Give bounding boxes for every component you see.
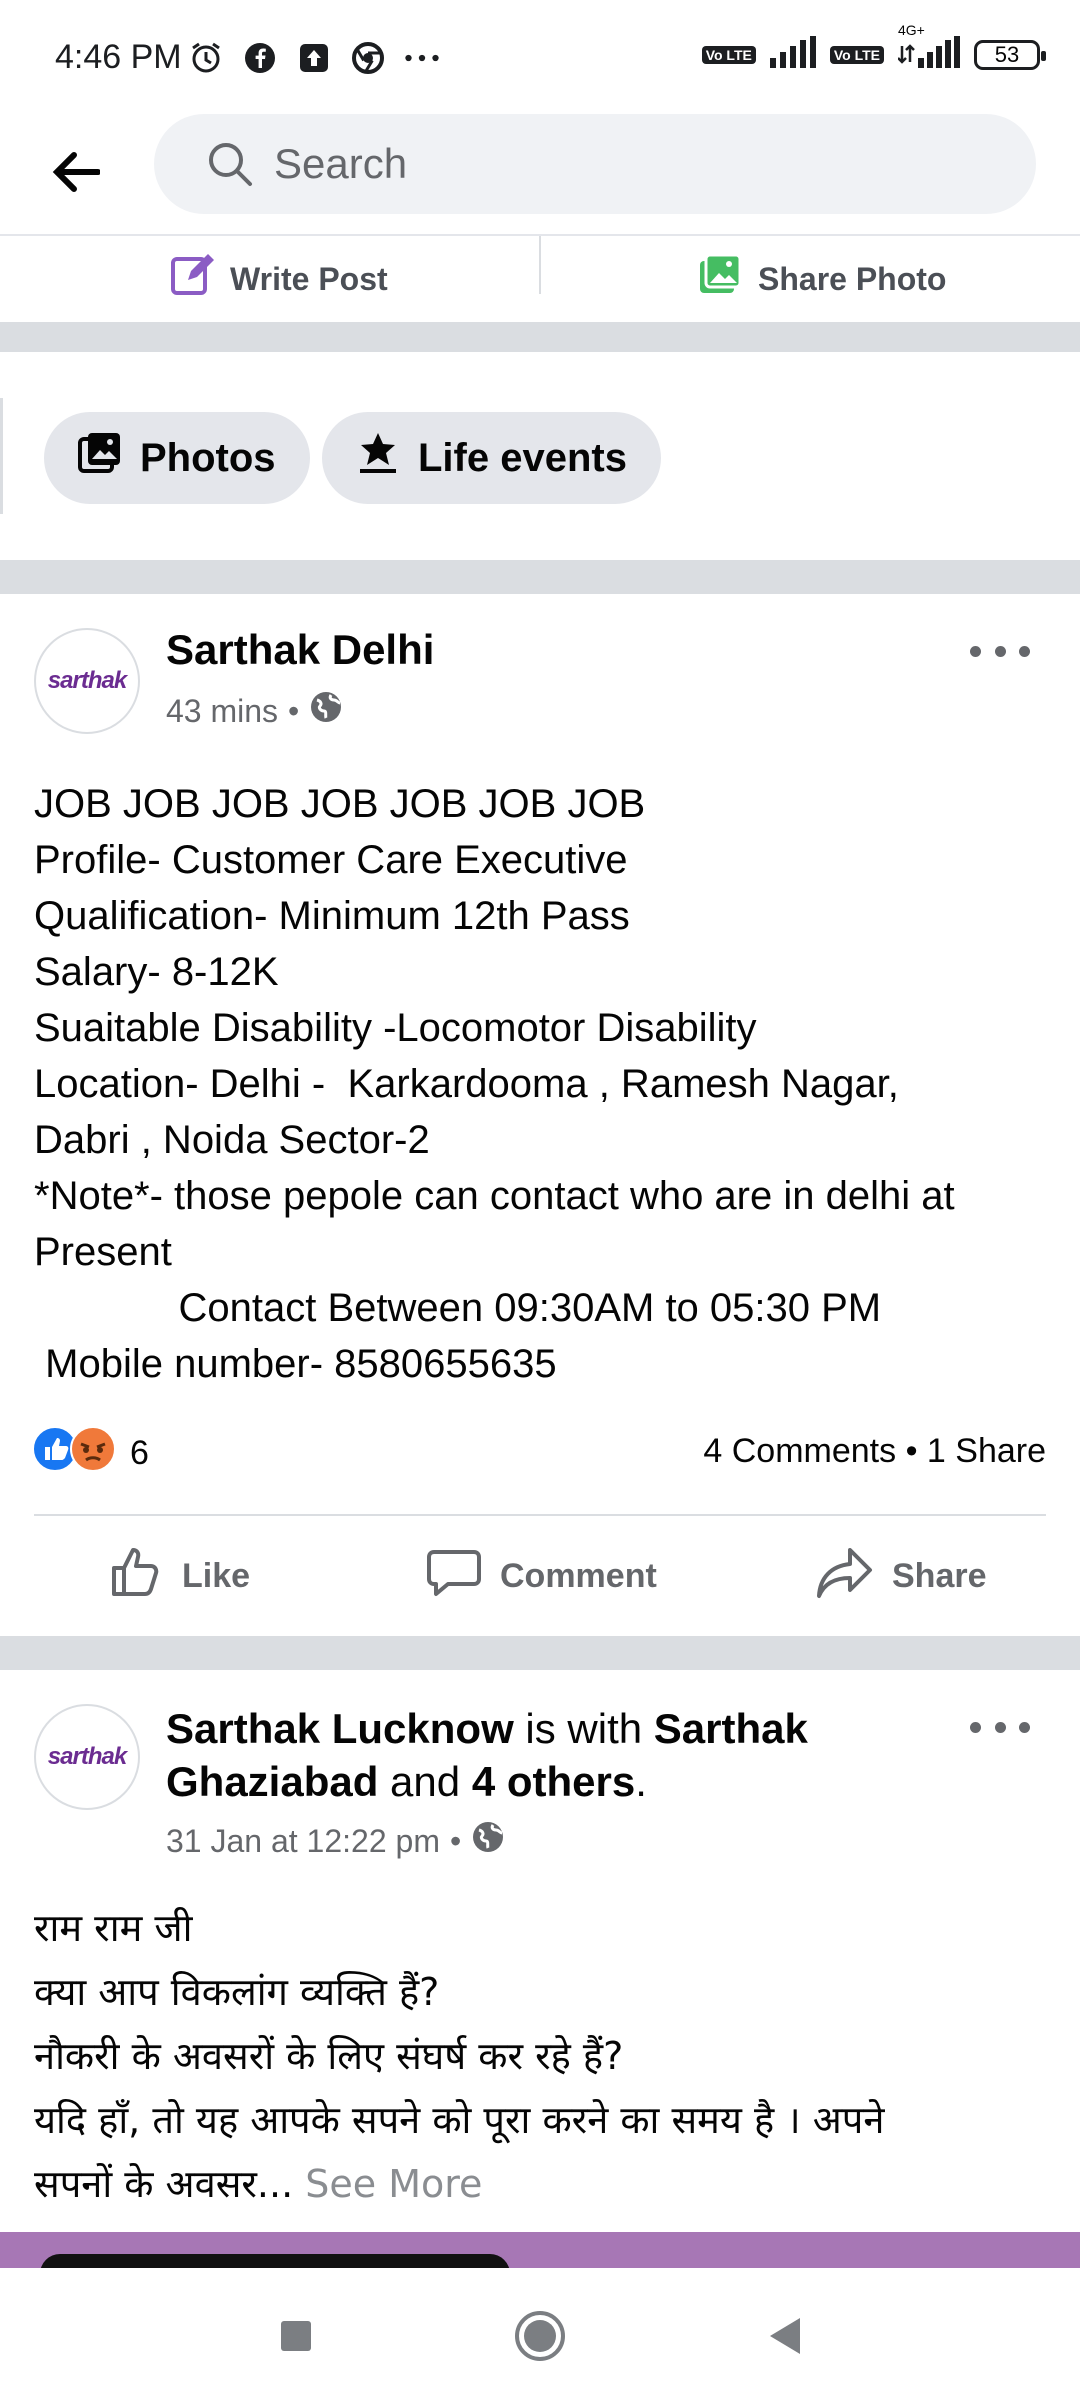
network-type: 4G+ bbox=[898, 22, 925, 38]
signal-bars-icon bbox=[769, 36, 816, 73]
post-meta: 43 mins • bbox=[166, 690, 343, 732]
photos-icon bbox=[78, 431, 122, 485]
share-photo-label: Share Photo bbox=[758, 260, 947, 297]
like-label: Like bbox=[182, 1556, 251, 1595]
post-meta: 31 Jan at 12:22 pm • bbox=[166, 1820, 505, 1862]
post-timestamp[interactable]: 31 Jan at 12:22 pm bbox=[166, 1823, 440, 1860]
home-icon[interactable] bbox=[512, 2308, 568, 2364]
like-button[interactable]: Like bbox=[108, 1536, 250, 1616]
see-more-link[interactable]: See More bbox=[293, 2162, 482, 2206]
search-header: Search bbox=[0, 110, 1080, 236]
search-icon bbox=[206, 140, 254, 193]
signal-bars-4g-icon: 4G+ bbox=[897, 22, 960, 73]
write-post-label: Write Post bbox=[230, 260, 388, 297]
media-shape bbox=[40, 2254, 510, 2268]
life-events-chip-label: Life events bbox=[418, 435, 627, 480]
star-flag-icon bbox=[356, 431, 400, 485]
photo-icon bbox=[698, 253, 742, 305]
composer-divider bbox=[539, 236, 541, 294]
photos-chip-label: Photos bbox=[140, 435, 276, 480]
facebook-icon bbox=[242, 40, 278, 76]
back-arrow-icon[interactable] bbox=[44, 140, 108, 204]
avatar[interactable]: sarthak bbox=[34, 1704, 140, 1810]
comments-shares-count[interactable]: 4 Comments • 1 Share bbox=[703, 1432, 1046, 1471]
period-text: . bbox=[635, 1758, 647, 1805]
recents-icon[interactable] bbox=[268, 2308, 324, 2364]
search-placeholder: Search bbox=[274, 140, 408, 187]
system-nav-bar bbox=[0, 2268, 1080, 2400]
status-system-icons: Vo LTE Vo LTE 4G+ 53 bbox=[701, 22, 1046, 73]
post-options-icon[interactable] bbox=[970, 1712, 1030, 1742]
post-author[interactable]: Sarthak Lucknow bbox=[166, 1705, 514, 1752]
tagged-others[interactable]: 4 others bbox=[472, 1758, 635, 1805]
battery-level: 53 bbox=[994, 41, 1020, 67]
status-bar: 4:46 PM Vo LTE Vo LTE 4G+ 53 bbox=[0, 0, 1080, 110]
section-separator bbox=[0, 560, 1080, 594]
share-button[interactable]: Share bbox=[816, 1536, 987, 1616]
meta-separator: • bbox=[288, 692, 300, 729]
and-text: and bbox=[378, 1758, 472, 1805]
section-separator bbox=[0, 1636, 1080, 1670]
edit-icon bbox=[170, 253, 214, 305]
globe-icon bbox=[471, 1820, 505, 1862]
status-time: 4:46 PM bbox=[55, 38, 182, 76]
search-input[interactable]: Search bbox=[154, 114, 1036, 214]
comment-button[interactable]: Comment bbox=[426, 1536, 657, 1616]
post-header-text: Sarthak Lucknow is with Sarthak Ghaziaba… bbox=[166, 1702, 966, 1808]
more-dots-icon bbox=[404, 40, 440, 76]
chip-row-edge bbox=[0, 398, 3, 514]
back-nav-icon[interactable] bbox=[756, 2308, 812, 2364]
share-label: Share bbox=[892, 1556, 987, 1595]
avatar-logo-text: sarthak bbox=[47, 667, 127, 694]
reaction-summary[interactable]: 6 bbox=[32, 1426, 149, 1481]
status-notification-icons bbox=[188, 36, 440, 80]
avatar[interactable]: sarthak bbox=[34, 628, 140, 734]
section-separator bbox=[0, 322, 1080, 352]
with-text: is with bbox=[513, 1705, 654, 1752]
avatar-logo-text: sarthak bbox=[47, 1743, 127, 1770]
meta-separator: • bbox=[449, 1822, 462, 1859]
share-photo-button[interactable]: Share Photo bbox=[698, 236, 946, 322]
thumbs-up-icon bbox=[108, 1544, 164, 1609]
photos-chip[interactable]: Photos bbox=[44, 412, 310, 504]
post-author[interactable]: Sarthak Delhi bbox=[166, 626, 434, 674]
upload-icon bbox=[296, 40, 332, 76]
globe-icon bbox=[309, 690, 343, 732]
comment-bubble-icon bbox=[426, 1544, 482, 1609]
battery-indicator: 53 bbox=[974, 39, 1046, 70]
post-timestamp[interactable]: 43 mins bbox=[166, 693, 278, 730]
post-media-preview[interactable] bbox=[0, 2232, 1080, 2268]
post-body: राम राम जी क्या आप विकलांग व्यक्ति हैं? … bbox=[34, 1896, 1054, 2216]
post-body-text: राम राम जी क्या आप विकलांग व्यक्ति हैं? … bbox=[34, 1906, 885, 2206]
reaction-count: 6 bbox=[130, 1434, 149, 1472]
share-arrow-icon bbox=[816, 1544, 874, 1609]
post-options-icon[interactable] bbox=[970, 636, 1030, 666]
volte-badge-2: Vo LTE bbox=[829, 45, 884, 64]
post-divider bbox=[34, 1514, 1046, 1516]
chrome-icon bbox=[350, 40, 386, 76]
alarm-icon bbox=[188, 40, 224, 76]
volte-badge-1: Vo LTE bbox=[701, 45, 756, 64]
post-body: JOB JOB JOB JOB JOB JOB JOB Profile- Cus… bbox=[34, 782, 955, 1386]
angry-reaction-icon bbox=[70, 1426, 116, 1481]
life-events-chip[interactable]: Life events bbox=[322, 412, 661, 504]
comment-label: Comment bbox=[500, 1556, 657, 1595]
write-post-button[interactable]: Write Post bbox=[170, 236, 388, 322]
